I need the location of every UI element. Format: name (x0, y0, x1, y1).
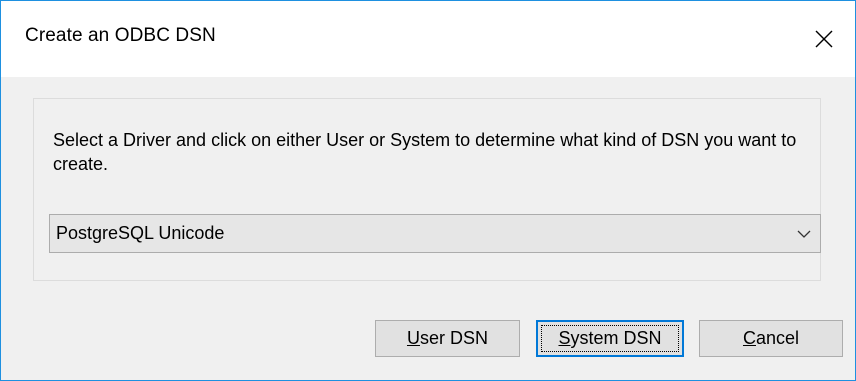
dialog-window: Create an ODBC DSN Select a Driver and c… (0, 0, 856, 381)
user-dsn-access-key: U (406, 328, 420, 348)
system-dsn-label-rest: ystem DSN (570, 328, 662, 348)
system-dsn-button-label: System DSN (558, 328, 661, 349)
driver-group-panel (33, 98, 821, 281)
system-dsn-button[interactable]: System DSN (536, 320, 684, 357)
cancel-access-key: C (742, 328, 756, 348)
user-dsn-button[interactable]: User DSN (375, 320, 520, 357)
cancel-button-label: Cancel (743, 328, 799, 349)
cancel-button[interactable]: Cancel (699, 320, 843, 357)
instruction-text: Select a Driver and click on either User… (53, 130, 797, 174)
window-title: Create an ODBC DSN (25, 25, 216, 46)
driver-select[interactable]: PostgreSQL Unicode (49, 214, 821, 253)
close-button[interactable] (793, 1, 855, 77)
system-dsn-access-key: S (558, 328, 571, 348)
user-dsn-label-rest: ser DSN (419, 328, 488, 348)
cancel-label-rest: ancel (755, 328, 800, 348)
user-dsn-button-label: User DSN (407, 328, 488, 349)
driver-select-value: PostgreSQL Unicode (56, 223, 225, 243)
chevron-down-icon (797, 230, 811, 238)
close-icon (815, 30, 833, 48)
title-bar: Create an ODBC DSN (1, 1, 855, 77)
